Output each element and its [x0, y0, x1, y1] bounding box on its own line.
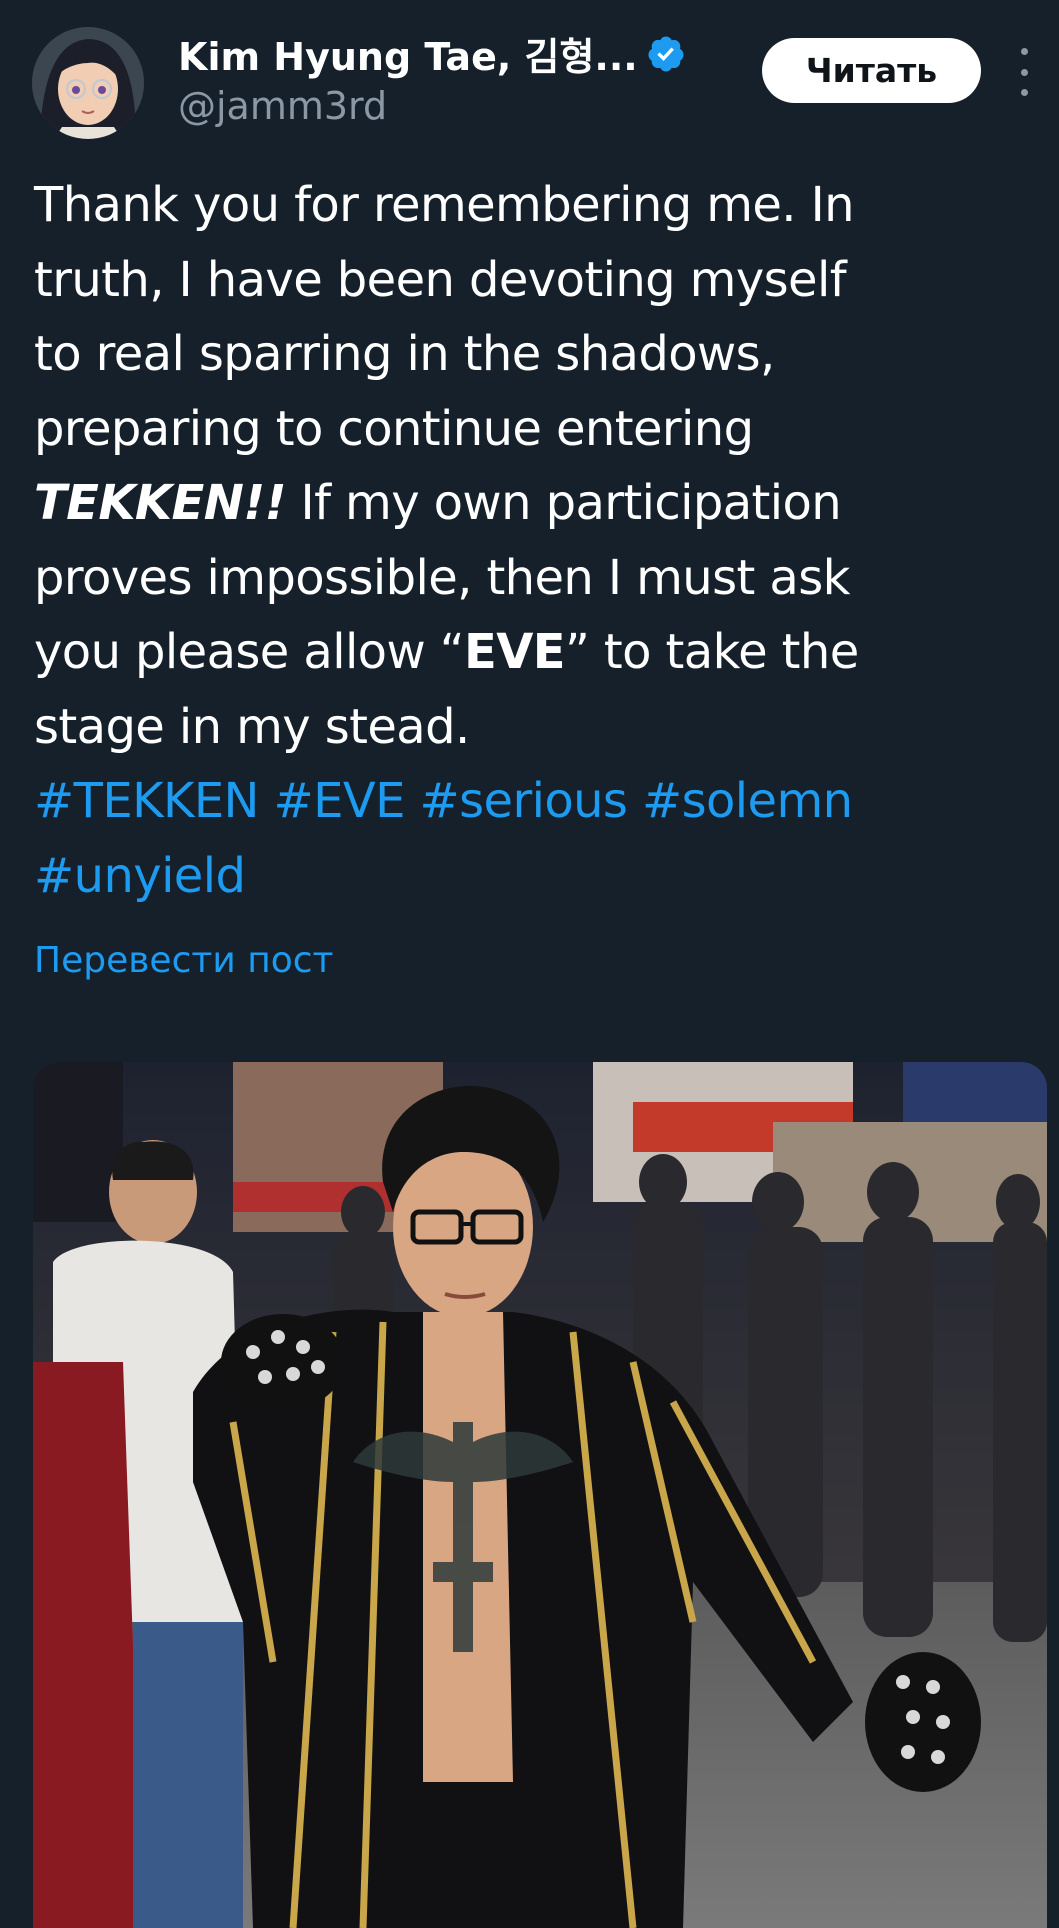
post-line: truth, I have been devoting myself — [34, 251, 847, 308]
hashtag-eve[interactable]: #EVE — [274, 773, 406, 829]
post-line-fragment: If my own participation — [285, 475, 842, 531]
emphasis-tekken: TEKKEN!! — [34, 475, 286, 531]
post-line-fragment: ” to take the — [564, 624, 859, 680]
hashtag-line: #TEKKEN #EVE #serious #solemn — [34, 764, 1034, 839]
more-dot — [1020, 48, 1028, 55]
post-photo[interactable] — [33, 1062, 1047, 1928]
post-line: you please allow “EVE” to take the — [34, 615, 1034, 690]
hashtag-line: #unyield — [34, 839, 1034, 914]
name-row: Kim Hyung Tae, 김형... — [178, 26, 686, 81]
photo-cosplayer-street-scene — [33, 1062, 1047, 1928]
follow-button[interactable]: Читать — [762, 38, 981, 103]
post-line: stage in my stead. — [34, 698, 470, 755]
translate-post-link[interactable]: Перевести пост — [34, 940, 334, 981]
user-handle[interactable]: @jamm3rd — [178, 84, 387, 128]
post-line: TEKKEN!! If my own participation — [34, 466, 1034, 541]
post-line: to real sparring in the shadows, — [34, 326, 775, 382]
more-dot — [1020, 68, 1028, 76]
post-line: Thank you for remembering me. In — [34, 177, 855, 233]
post-text: Thank you for remembering me. In truth, … — [34, 168, 1034, 913]
verified-badge-icon — [648, 36, 684, 71]
hashtag-solemn[interactable]: #solemn — [642, 773, 853, 829]
post-line-fragment: you please allow “ — [34, 624, 465, 680]
anime-avatar-glasses-icon — [32, 27, 144, 139]
post-header: Kim Hyung Tae, 김형... @jamm3rd Читать — [0, 0, 1059, 140]
hashtag-serious[interactable]: #serious — [420, 773, 628, 829]
more-vertical-icon[interactable] — [1012, 48, 1036, 96]
post-line: proves impossible, then I must ask — [34, 549, 850, 606]
emphasis-eve: EVE — [464, 624, 566, 680]
post-line: preparing to continue entering — [34, 400, 754, 457]
display-name[interactable]: Kim Hyung Tae, 김형... — [178, 26, 638, 81]
hashtag-tekken[interactable]: #TEKKEN — [34, 773, 259, 829]
avatar[interactable] — [32, 27, 144, 139]
more-dot — [1020, 89, 1028, 96]
hashtag-unyield[interactable]: #unyield — [34, 848, 246, 904]
